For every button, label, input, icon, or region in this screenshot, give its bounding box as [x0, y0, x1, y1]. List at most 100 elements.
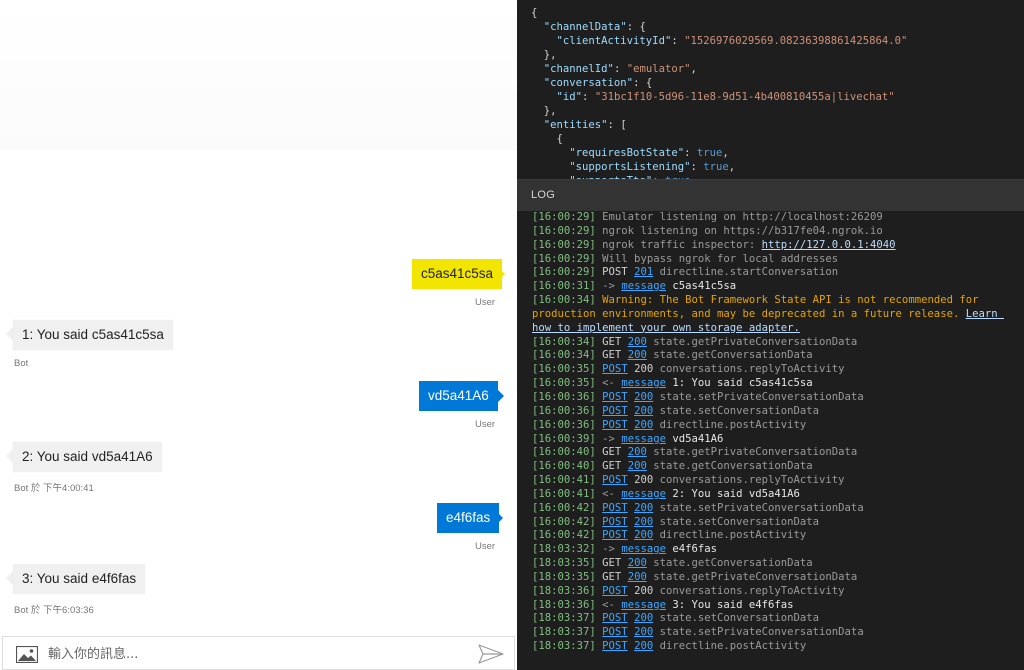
- log-text: conversations.replyToActivity: [653, 363, 845, 376]
- message-composer: [2, 636, 515, 670]
- log-entry: [16:00:35] <- message 1: You said c5as41…: [532, 377, 1018, 391]
- log-link[interactable]: 200: [628, 571, 647, 583]
- log-link[interactable]: 200: [628, 557, 647, 569]
- log-text: 200: [627, 474, 654, 487]
- log-text: state.setConversationData: [653, 515, 820, 528]
- log-link[interactable]: POST: [602, 419, 628, 431]
- log-timestamp: [16:00:36]: [532, 390, 603, 403]
- log-entry: [16:00:34] GET 200 state.getConversation…: [532, 349, 1018, 363]
- log-link[interactable]: message: [621, 599, 666, 611]
- log-link[interactable]: POST: [602, 612, 628, 624]
- log-timestamp: [16:00:40]: [532, 460, 603, 473]
- log-timestamp: [16:00:42]: [532, 515, 603, 528]
- log-link[interactable]: 200: [634, 529, 653, 541]
- log-text: POST: [602, 266, 635, 279]
- log-panel[interactable]: [16:00:29] Emulator listening on http://…: [517, 211, 1024, 670]
- log-link[interactable]: 200: [628, 460, 647, 472]
- log-link[interactable]: POST: [602, 516, 628, 528]
- log-text: GET: [602, 349, 628, 362]
- log-link[interactable]: message: [621, 377, 666, 389]
- log-link[interactable]: 200: [628, 336, 647, 348]
- log-link[interactable]: POST: [602, 626, 628, 638]
- log-text: ->: [602, 543, 622, 556]
- log-entry: [16:00:35] POST 200 conversations.replyT…: [532, 363, 1018, 377]
- log-link[interactable]: 200: [628, 349, 647, 361]
- log-link[interactable]: message: [621, 543, 666, 555]
- log-timestamp: [18:03:35]: [532, 557, 603, 570]
- bubble-tail: [498, 267, 505, 281]
- log-link[interactable]: POST: [602, 529, 628, 541]
- log-panel-header: LOG: [517, 179, 1024, 211]
- log-text: e4f6fas: [665, 543, 717, 556]
- json-line: "requiresBotState": true,: [569, 147, 729, 159]
- log-link[interactable]: message: [621, 433, 666, 445]
- log-link[interactable]: message: [621, 488, 666, 500]
- log-timestamp: [16:00:29]: [532, 252, 603, 265]
- json-line: },: [531, 105, 557, 117]
- log-text: GET: [602, 570, 628, 583]
- log-link[interactable]: 200: [634, 405, 653, 417]
- log-text: state.getPrivateConversationData: [646, 335, 858, 348]
- log-link[interactable]: POST: [602, 474, 628, 486]
- message-timestamp-label: Bot 於 下午6:03:36: [14, 605, 94, 616]
- bot-message-bubble[interactable]: 3: You said e4f6fas: [13, 564, 146, 594]
- log-entry: [16:00:40] GET 200 state.getConversation…: [532, 460, 1018, 474]
- log-text: 3: You said e4f6fas: [665, 598, 794, 611]
- json-line: "channelId": "emulator",: [543, 63, 697, 75]
- log-link[interactable]: 200: [634, 391, 653, 403]
- log-entry: [16:00:36] POST 200 state.setConversatio…: [532, 405, 1018, 419]
- log-entry: [16:00:41] <- message 2: You said vd5a41…: [532, 488, 1018, 502]
- log-link[interactable]: http://127.0.0.1:4040: [762, 239, 896, 251]
- log-text: <-: [602, 598, 622, 611]
- log-text: directline.postActivity: [653, 640, 807, 653]
- bubble-tail: [6, 449, 13, 463]
- log-text: state.getConversationData: [646, 557, 813, 570]
- log-link[interactable]: 201: [634, 266, 653, 278]
- user-message-bubble[interactable]: c5as41c5sa: [412, 259, 503, 289]
- log-timestamp: [18:03:35]: [532, 570, 603, 583]
- log-link[interactable]: 200: [634, 419, 653, 431]
- json-line: {: [531, 7, 538, 19]
- log-entry: [16:00:29] ngrok listening on https://b3…: [532, 225, 1018, 239]
- bubble-tail: [496, 511, 503, 525]
- log-entry: [16:00:34] GET 200 state.getPrivateConve…: [532, 336, 1018, 350]
- log-link[interactable]: 200: [634, 516, 653, 528]
- send-arrow-icon[interactable]: [478, 644, 504, 664]
- log-text: GET: [602, 335, 628, 348]
- log-timestamp: [16:00:41]: [532, 487, 603, 500]
- log-entry: [16:00:42] POST 200 state.setPrivateConv…: [532, 502, 1018, 516]
- message-sender-label: User: [475, 419, 496, 430]
- log-link[interactable]: POST: [602, 391, 628, 403]
- log-link[interactable]: message: [621, 280, 666, 292]
- log-link[interactable]: 200: [634, 612, 653, 624]
- log-timestamp: [16:00:36]: [532, 404, 603, 417]
- activity-json-view[interactable]: { "channelData": { "clientActivityId": "…: [517, 0, 1024, 179]
- log-timestamp: [16:00:29]: [532, 266, 603, 279]
- log-link[interactable]: 200: [628, 446, 647, 458]
- log-timestamp: [16:00:36]: [532, 418, 603, 431]
- log-text: 200: [627, 584, 654, 597]
- log-link[interactable]: POST: [602, 363, 628, 375]
- user-message-bubble[interactable]: e4f6fas: [437, 503, 500, 533]
- log-timestamp: [16:00:35]: [532, 363, 603, 376]
- log-entry: [18:03:36] <- message 3: You said e4f6fa…: [532, 599, 1018, 613]
- bot-message-bubble[interactable]: 1: You said c5as41c5sa: [13, 320, 173, 350]
- bot-message-bubble[interactable]: 2: You said vd5a41A6: [13, 442, 162, 472]
- log-entry: [18:03:37] POST 200 state.setPrivateConv…: [532, 626, 1018, 640]
- log-entry: [18:03:36] POST 200 conversations.replyT…: [532, 585, 1018, 599]
- log-link[interactable]: POST: [602, 405, 628, 417]
- log-link[interactable]: 200: [634, 502, 653, 514]
- image-icon[interactable]: [16, 646, 38, 663]
- log-link[interactable]: POST: [602, 640, 628, 652]
- log-link[interactable]: POST: [602, 502, 628, 514]
- message-input[interactable]: [48, 642, 458, 666]
- user-message-bubble[interactable]: vd5a41A6: [419, 381, 498, 411]
- log-link[interactable]: 200: [634, 626, 653, 638]
- log-text: 2: You said vd5a41A6: [665, 487, 800, 500]
- log-entry: [18:03:35] GET 200 state.getConversation…: [532, 557, 1018, 571]
- log-timestamp: [16:00:29]: [532, 238, 603, 251]
- log-link[interactable]: 200: [634, 640, 653, 652]
- log-timestamp: [18:03:32]: [532, 543, 603, 556]
- log-link[interactable]: POST: [602, 585, 628, 597]
- log-text: c5as41c5sa: [665, 280, 737, 293]
